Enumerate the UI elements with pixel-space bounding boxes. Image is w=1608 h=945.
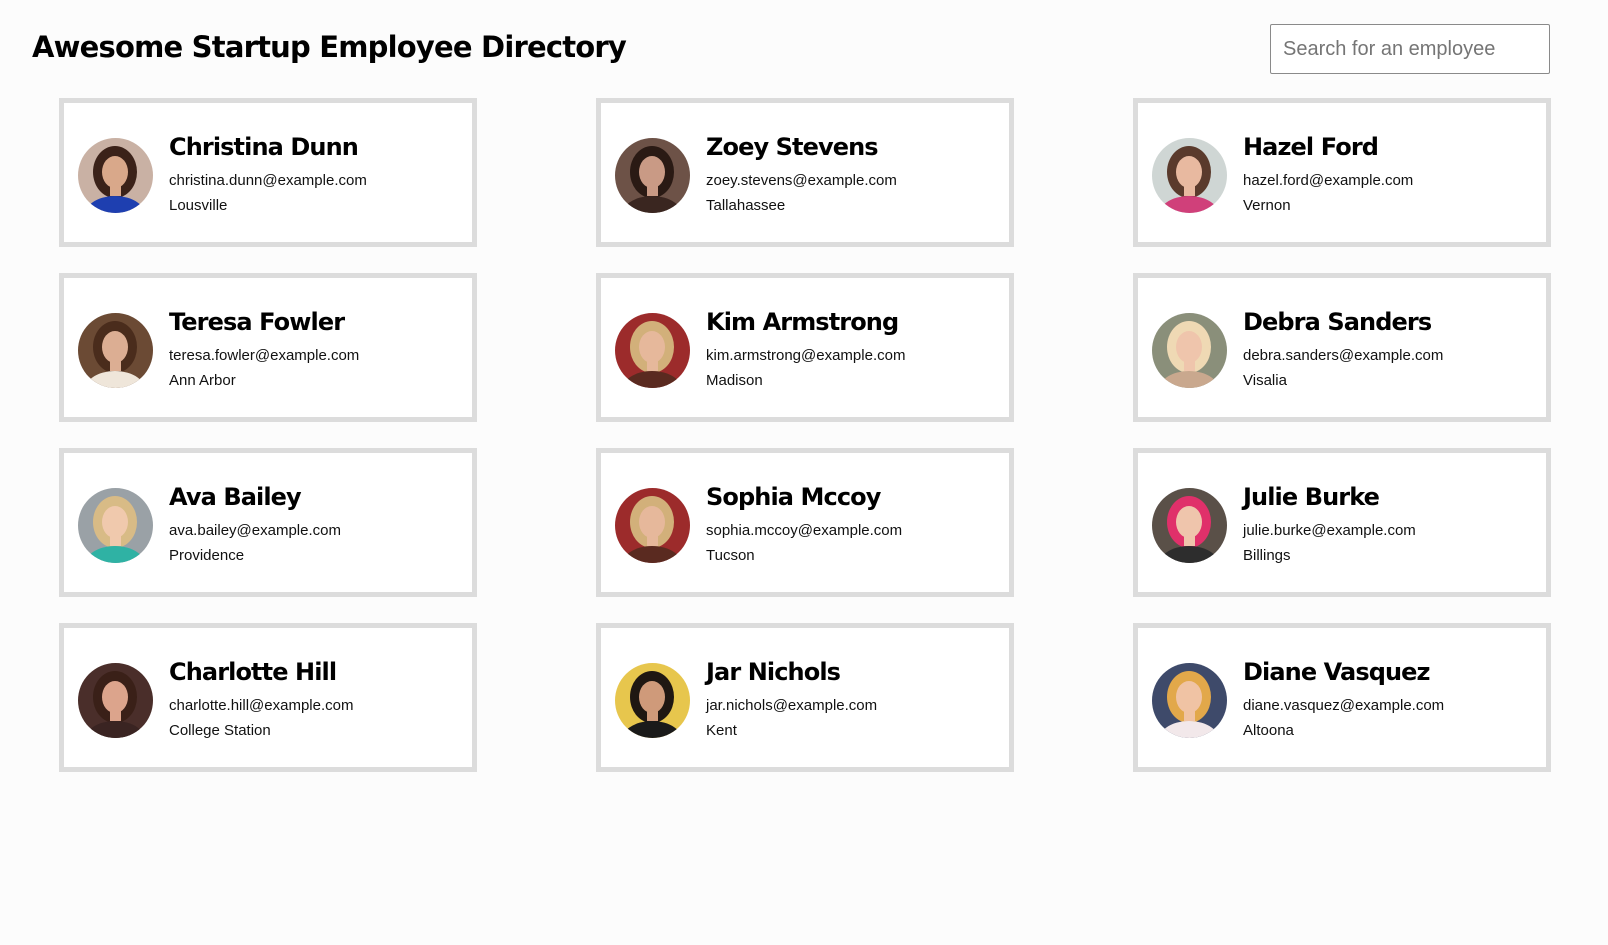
employee-avatar bbox=[78, 313, 153, 388]
employee-card[interactable]: Jar Nichols jar.nichols@example.com Kent bbox=[596, 623, 1014, 772]
employee-avatar bbox=[615, 663, 690, 738]
employee-city: Visalia bbox=[1243, 372, 1287, 389]
employee-city: College Station bbox=[169, 722, 271, 739]
employee-city: Tucson bbox=[706, 547, 755, 564]
employee-card[interactable]: Debra Sanders debra.sanders@example.com … bbox=[1133, 273, 1551, 422]
employee-info: Julie Burke julie.burke@example.com Bill… bbox=[1243, 481, 1538, 566]
employee-card[interactable]: Diane Vasquez diane.vasquez@example.com … bbox=[1133, 623, 1551, 772]
employee-card[interactable]: Julie Burke julie.burke@example.com Bill… bbox=[1133, 448, 1551, 597]
employee-info: Sophia Mccoy sophia.mccoy@example.com Tu… bbox=[706, 481, 1001, 566]
employee-photo bbox=[1152, 313, 1227, 388]
employee-city: Lousville bbox=[169, 197, 228, 214]
employee-photo bbox=[615, 488, 690, 563]
employee-card[interactable]: Kim Armstrong kim.armstrong@example.com … bbox=[596, 273, 1014, 422]
employee-email: julie.burke@example.com bbox=[1243, 522, 1416, 539]
employee-email: jar.nichols@example.com bbox=[706, 697, 878, 714]
employee-info: Kim Armstrong kim.armstrong@example.com … bbox=[706, 306, 1001, 391]
employee-email: sophia.mccoy@example.com bbox=[706, 522, 903, 539]
employee-card[interactable]: Hazel Ford hazel.ford@example.com Vernon bbox=[1133, 98, 1551, 247]
employee-card[interactable]: Teresa Fowler teresa.fowler@example.com … bbox=[59, 273, 477, 422]
employee-avatar bbox=[1152, 488, 1227, 563]
employee-city: Ann Arbor bbox=[169, 372, 236, 389]
employee-grid: Christina Dunn christina.dunn@example.co… bbox=[59, 98, 1551, 772]
employee-info: Teresa Fowler teresa.fowler@example.com … bbox=[169, 306, 464, 391]
employee-name: Christina Dunn bbox=[169, 133, 359, 161]
employee-name: Jar Nichols bbox=[706, 658, 841, 686]
employee-name: Kim Armstrong bbox=[706, 308, 899, 336]
employee-info: Hazel Ford hazel.ford@example.com Vernon bbox=[1243, 131, 1538, 216]
employee-avatar bbox=[1152, 313, 1227, 388]
employee-photo bbox=[1152, 488, 1227, 563]
employee-card[interactable]: Ava Bailey ava.bailey@example.com Provid… bbox=[59, 448, 477, 597]
employee-photo bbox=[1152, 663, 1227, 738]
employee-email: ava.bailey@example.com bbox=[169, 522, 341, 539]
employee-avatar bbox=[1152, 663, 1227, 738]
employee-info: Debra Sanders debra.sanders@example.com … bbox=[1243, 306, 1538, 391]
employee-info: Diane Vasquez diane.vasquez@example.com … bbox=[1243, 656, 1538, 741]
employee-name: Charlotte Hill bbox=[169, 658, 337, 686]
employee-avatar bbox=[615, 138, 690, 213]
employee-name: Julie Burke bbox=[1243, 483, 1380, 511]
employee-name: Teresa Fowler bbox=[169, 308, 345, 336]
page-title: Awesome Startup Employee Directory bbox=[32, 30, 627, 64]
employee-email: charlotte.hill@example.com bbox=[169, 697, 354, 714]
employee-city: Kent bbox=[706, 722, 737, 739]
employee-info: Jar Nichols jar.nichols@example.com Kent bbox=[706, 656, 1001, 741]
employee-avatar bbox=[615, 313, 690, 388]
employee-name: Ava Bailey bbox=[169, 483, 302, 511]
employee-name: Zoey Stevens bbox=[706, 133, 879, 161]
employee-card[interactable]: Christina Dunn christina.dunn@example.co… bbox=[59, 98, 477, 247]
page-header: Awesome Startup Employee Directory bbox=[0, 0, 1608, 96]
employee-email: hazel.ford@example.com bbox=[1243, 172, 1414, 189]
employee-email: debra.sanders@example.com bbox=[1243, 347, 1444, 364]
employee-photo bbox=[78, 313, 153, 388]
employee-avatar bbox=[78, 663, 153, 738]
employee-city: Providence bbox=[169, 547, 245, 564]
employee-email: zoey.stevens@example.com bbox=[706, 172, 897, 189]
employee-photo bbox=[78, 138, 153, 213]
employee-photo bbox=[615, 313, 690, 388]
employee-photo bbox=[78, 663, 153, 738]
employee-photo bbox=[78, 488, 153, 563]
employee-info: Christina Dunn christina.dunn@example.co… bbox=[169, 131, 464, 216]
employee-email: kim.armstrong@example.com bbox=[706, 347, 906, 364]
employee-card[interactable]: Charlotte Hill charlotte.hill@example.co… bbox=[59, 623, 477, 772]
employee-city: Billings bbox=[1243, 547, 1291, 564]
employee-city: Vernon bbox=[1243, 197, 1291, 214]
employee-name: Diane Vasquez bbox=[1243, 658, 1431, 686]
employee-city: Tallahassee bbox=[706, 197, 786, 214]
employee-info: Ava Bailey ava.bailey@example.com Provid… bbox=[169, 481, 464, 566]
employee-email: teresa.fowler@example.com bbox=[169, 347, 360, 364]
employee-name: Debra Sanders bbox=[1243, 308, 1432, 336]
employee-card[interactable]: Zoey Stevens zoey.stevens@example.com Ta… bbox=[596, 98, 1014, 247]
employee-avatar bbox=[1152, 138, 1227, 213]
employee-info: Charlotte Hill charlotte.hill@example.co… bbox=[169, 656, 464, 741]
employee-city: Madison bbox=[706, 372, 763, 389]
employee-info: Zoey Stevens zoey.stevens@example.com Ta… bbox=[706, 131, 1001, 216]
employee-city: Altoona bbox=[1243, 722, 1294, 739]
employee-name: Sophia Mccoy bbox=[706, 483, 881, 511]
employee-email: diane.vasquez@example.com bbox=[1243, 697, 1445, 714]
employee-avatar bbox=[78, 138, 153, 213]
employee-name: Hazel Ford bbox=[1243, 133, 1379, 161]
employee-photo bbox=[615, 663, 690, 738]
employee-email: christina.dunn@example.com bbox=[169, 172, 367, 189]
employee-card[interactable]: Sophia Mccoy sophia.mccoy@example.com Tu… bbox=[596, 448, 1014, 597]
employee-avatar bbox=[78, 488, 153, 563]
employee-photo bbox=[615, 138, 690, 213]
employee-photo bbox=[1152, 138, 1227, 213]
employee-avatar bbox=[615, 488, 690, 563]
search-input[interactable] bbox=[1270, 24, 1550, 74]
